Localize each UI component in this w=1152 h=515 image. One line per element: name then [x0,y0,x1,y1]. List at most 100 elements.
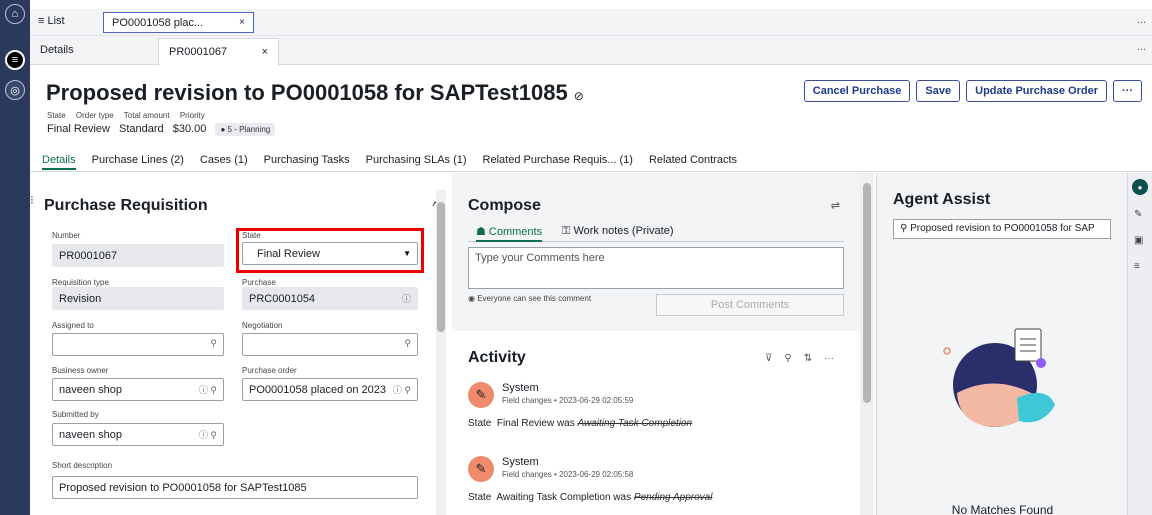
comments-tab-label: Comments [488,226,543,238]
section-title: Purchase Requisition [44,197,208,214]
list-icon[interactable]: ≡ [1134,261,1140,272]
number-value: PR0001067 [59,250,118,262]
close-icon[interactable]: × [262,46,268,58]
info-icon[interactable]: ⓘ [402,292,411,305]
list-tab[interactable]: ≡ List [38,15,65,27]
tab-related-requisitions[interactable]: Related Purchase Requis... (1) [483,154,633,170]
activity-title: Activity [468,349,526,366]
number-field[interactable]: PR0001067 [52,244,224,267]
meta-values: Final Review Standard $30.00 ● 5 - Plann… [47,123,281,136]
number-label: Number [52,231,81,240]
tab-details[interactable]: Details [42,154,76,170]
agent-assist-icon[interactable]: ● [1132,179,1148,195]
tab-related-contracts[interactable]: Related Contracts [649,154,737,170]
purchase-label: Purchase [242,278,276,287]
drag-handle-icon[interactable]: ⁝ [30,193,34,207]
save-button[interactable]: Save [916,80,961,102]
short-description-value: Proposed revision to PO0001058 for SAPTe… [59,482,307,494]
entry-old-value: Pending Approval [633,492,713,503]
compose-tabs: ☗ Comments ⚿ Work notes (Private) [468,225,844,242]
search-icon[interactable]: ⚲ [210,338,217,349]
more-icon[interactable]: ... [1137,41,1146,53]
activity-scrollbar[interactable] [860,173,874,515]
entry-change: State Final Review was Awaiting Task Com… [468,418,692,429]
meta-value-total: $30.00 [172,123,207,136]
compose-activity-panel: Compose ⇌ ☗ Comments ⚿ Work notes (Priva… [452,173,860,515]
submitted-by-field[interactable]: naveen shop ⓘ ⚲ [52,423,224,446]
purchase-order-label: Purchase order [242,366,297,375]
search-icon[interactable]: ⚲ [784,353,791,364]
work-notes-tab-label: Work notes (Private) [573,225,674,237]
scroll-thumb[interactable] [437,202,445,332]
info-search-icon[interactable]: ⓘ ⚲ [390,383,411,396]
no-matches-text: No Matches Found [951,503,1054,515]
more-icon[interactable]: ... [1137,14,1146,26]
comments-icon: ☗ [476,226,489,238]
update-purchase-order-button[interactable]: Update Purchase Order [966,80,1107,102]
record-subtabs: Details Purchase Lines (2) Cases (1) Pur… [42,154,737,170]
record-header: Proposed revision to PO0001058 for SAPTe… [30,66,1152,172]
agent-assist-search[interactable]: ⚲ Proposed revision to PO0001058 for SAP [893,219,1111,239]
system-avatar-icon: ✎ [468,382,494,408]
purchase-order-value: PO0001058 placed on 2023 [249,384,387,396]
entry-new-value: Awaiting Task Completion [496,492,611,503]
home-icon[interactable]: ⌂ [5,4,25,24]
short-description-field[interactable]: Proposed revision to PO0001058 for SAPTe… [52,476,418,499]
details-tab[interactable]: Details [40,44,74,56]
short-description-label: Short description [52,461,113,470]
eye-icon: ◉ [468,294,478,303]
primary-tab-bar: ≡ List PO0001058 plac... × ... [30,9,1152,36]
sort-icon[interactable]: ⇅ [804,353,812,364]
scroll-thumb[interactable] [863,183,871,403]
negotiation-field[interactable]: ⚲ [242,333,418,356]
page-title: Proposed revision to PO0001058 for SAPTe… [46,80,584,106]
tab-comments[interactable]: ☗ Comments [476,225,543,242]
right-icon-strip: ● ✎ ▣ ≡ [1127,173,1152,515]
entry-field: State [468,418,492,429]
tab-purchasing-tasks[interactable]: Purchasing Tasks [264,154,350,170]
list-icon[interactable]: ≡ [5,50,25,70]
document-icon[interactable]: ▣ [1134,235,1143,246]
submitted-by-value: naveen shop [59,429,122,441]
compose-settings-icon[interactable]: ⇌ [831,199,840,212]
comment-placeholder: Type your Comments here [475,252,605,264]
tab-purchase-lines[interactable]: Purchase Lines (2) [92,154,184,170]
entry-meta: Field changes • 2023-06-29 02:05:59 [502,396,634,405]
business-owner-field[interactable]: naveen shop ⓘ ⚲ [52,378,224,401]
search-icon: ⚲ [900,223,911,234]
comment-textarea[interactable]: Type your Comments here [468,247,844,289]
tab-work-notes[interactable]: ⚿ Work notes (Private) [562,225,674,238]
header-actions: Cancel Purchase Save Update Purchase Ord… [803,80,1142,102]
assigned-to-field[interactable]: ⚲ [52,333,224,356]
info-search-icon[interactable]: ⓘ ⚲ [199,383,217,396]
record-tab[interactable]: PO0001058 plac... × [103,12,254,33]
more-actions-button[interactable]: ··· [1113,80,1142,102]
tag-icon[interactable]: ⊘ [574,89,584,103]
info-search-icon[interactable]: ⓘ ⚲ [199,428,217,441]
cancel-purchase-button[interactable]: Cancel Purchase [803,80,911,102]
agent-assist-panel: Agent Assist ⚲ Proposed revision to PO00… [876,173,1127,515]
post-comments-button[interactable]: Post Comments [656,294,844,316]
highlight-box [236,228,424,273]
entry-author: System [502,456,539,468]
close-icon[interactable]: × [239,17,245,28]
entry-meta: Field changes • 2023-06-29 02:05:58 [502,470,634,479]
assigned-to-label: Assigned to [52,321,94,330]
purchase-field[interactable]: PRC0001054 ⓘ [242,287,418,310]
search-icon[interactable]: ⚲ [404,338,411,349]
filter-icon[interactable]: ⊽ [765,353,772,364]
page-title-text: Proposed revision to PO0001058 for SAPTe… [46,80,568,105]
business-owner-label: Business owner [52,366,109,375]
purchase-order-field[interactable]: PO0001058 placed on 2023 ⓘ ⚲ [242,378,418,401]
attachment-icon[interactable]: ✎ [1134,209,1142,220]
entry-was: was [556,418,575,429]
tab-cases[interactable]: Cases (1) [200,154,248,170]
negotiation-label: Negotiation [242,321,283,330]
requisition-tab[interactable]: PR0001067 × [158,38,279,66]
secondary-tab-bar: Details PR0001067 × ... [30,36,1152,66]
more-icon[interactable]: ··· [824,353,834,364]
requisition-type-field[interactable]: Revision [52,287,224,310]
tab-purchasing-slas[interactable]: Purchasing SLAs (1) [366,154,467,170]
app-icon[interactable]: ◎ [5,80,25,100]
form-scrollbar[interactable] [436,190,446,515]
